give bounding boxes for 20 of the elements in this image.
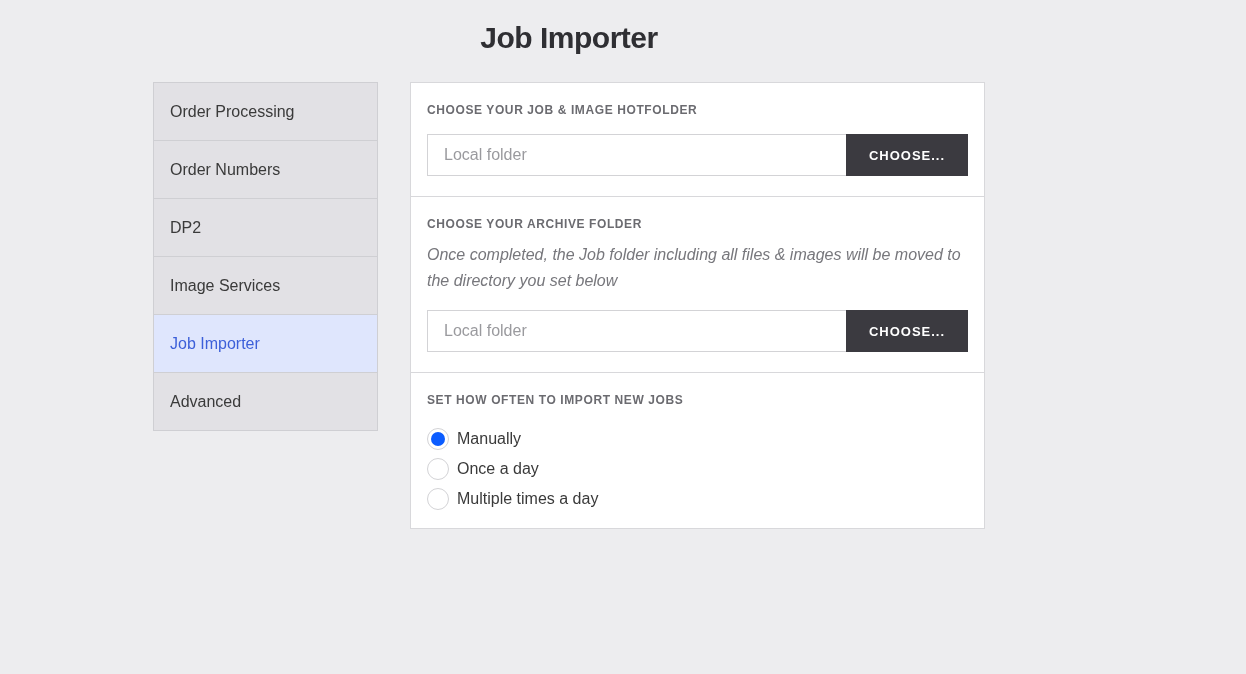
radio-label[interactable]: Once a day	[457, 460, 539, 478]
radio-label[interactable]: Manually	[457, 430, 522, 448]
section-description: Once completed, the Job folder including all files & images will be moved to the directory you set below	[427, 245, 962, 291]
sidebar-item[interactable]: Order Processing	[154, 83, 377, 140]
page-title: Job Importer	[479, 20, 659, 56]
section-heading: SET HOW OFTEN TO IMPORT NEW JOBS	[427, 393, 685, 407]
sidebar-item[interactable]: DP2	[154, 198, 377, 256]
radio-button[interactable]	[427, 488, 449, 510]
section-heading: CHOOSE YOUR ARCHIVE FOLDER	[427, 217, 643, 231]
choose-button[interactable]: CHOOSE...	[846, 310, 968, 352]
radio-label[interactable]: Multiple times a day	[457, 490, 599, 508]
folder-input-field[interactable]: Local folder	[427, 134, 846, 176]
section-heading: CHOOSE YOUR JOB & IMAGE HOTFOLDER	[427, 103, 699, 117]
radio-button[interactable]	[427, 428, 449, 450]
folder-input-field[interactable]: Local folder	[427, 310, 846, 352]
choose-button[interactable]: CHOOSE...	[846, 134, 968, 176]
sidebar-item[interactable]: Job Importer	[154, 314, 377, 372]
radio-button[interactable]	[427, 458, 449, 480]
sidebar-item[interactable]: Advanced	[154, 372, 377, 430]
sidebar-item[interactable]: Order Numbers	[154, 140, 377, 198]
